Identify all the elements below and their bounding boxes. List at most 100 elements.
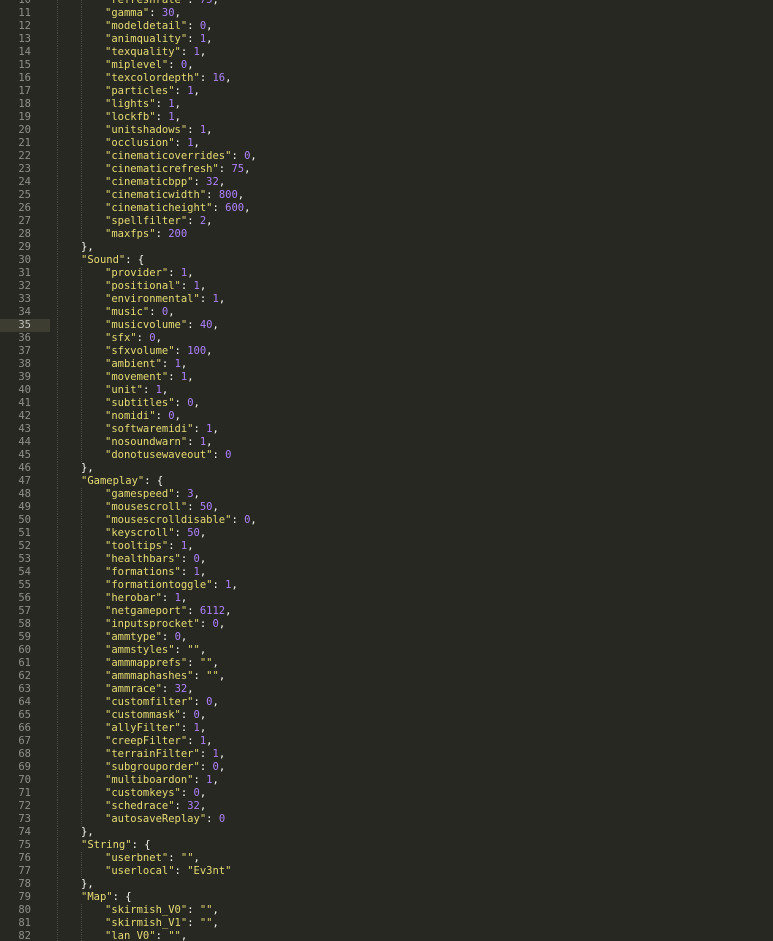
code-line[interactable]: "texcolordepth": 16, — [57, 72, 773, 85]
code-line[interactable]: "lockfb": 1, — [57, 111, 773, 124]
code-line[interactable]: "custommask": 0, — [57, 709, 773, 722]
code-line[interactable]: "subtitles": 0, — [57, 397, 773, 410]
code-line[interactable]: "provider": 1, — [57, 267, 773, 280]
json-punctuation: : — [168, 852, 181, 864]
code-line[interactable]: "skirmish_V0": "", — [57, 904, 773, 917]
code-line[interactable]: "schedrace": 32, — [57, 800, 773, 813]
code-line[interactable]: "lights": 1, — [57, 98, 773, 111]
code-line[interactable]: "particles": 1, — [57, 85, 773, 98]
code-line[interactable]: "customkeys": 0, — [57, 787, 773, 800]
code-line-content: "autosaveReplay": 0 — [57, 813, 225, 825]
code-line[interactable]: "nosoundwarn": 1, — [57, 436, 773, 449]
code-line[interactable]: "formationtoggle": 1, — [57, 579, 773, 592]
code-line[interactable]: "userlocal": "Ev3nt" — [57, 865, 773, 878]
code-line[interactable]: "multiboardon": 1, — [57, 774, 773, 787]
line-number: 63 — [18, 683, 31, 695]
code-line[interactable]: "occlusion": 1, — [57, 137, 773, 150]
code-line[interactable]: "Gameplay": { — [57, 475, 773, 488]
code-line[interactable]: "refreshrate": 75, — [57, 0, 773, 7]
code-line[interactable]: "texquality": 1, — [57, 46, 773, 59]
code-line[interactable]: "music": 0, — [57, 306, 773, 319]
code-line[interactable]: "miplevel": 0, — [57, 59, 773, 72]
code-line[interactable]: "ammrace": 32, — [57, 683, 773, 696]
code-line[interactable]: "autosaveReplay": 0 — [57, 813, 773, 826]
indent-guide — [57, 254, 58, 267]
code-line[interactable]: "animquality": 1, — [57, 33, 773, 46]
indent-guide — [81, 527, 82, 540]
code-line[interactable]: "maxfps": 200 — [57, 228, 773, 241]
json-punctuation: : — [174, 85, 188, 97]
json-punctuation: : — [187, 501, 200, 513]
line-number: 31 — [18, 267, 31, 279]
code-line[interactable]: "cinematicrefresh": 75, — [57, 163, 773, 176]
code-line[interactable]: "spellfilter": 2, — [57, 215, 773, 228]
code-line[interactable]: "cinematicheight": 600, — [57, 202, 773, 215]
code-line[interactable]: "movement": 1, — [57, 371, 773, 384]
code-line[interactable]: "formations": 1, — [57, 566, 773, 579]
indent-guide — [57, 449, 58, 462]
json-key: "sfx" — [105, 332, 137, 344]
code-line[interactable]: "sfxvolume": 100, — [57, 345, 773, 358]
json-punctuation: }, — [81, 462, 94, 474]
code-line[interactable]: "userbnet": "", — [57, 852, 773, 865]
code-line[interactable]: "String": { — [57, 839, 773, 852]
code-line[interactable]: "cinematicoverrides": 0, — [57, 150, 773, 163]
code-line[interactable]: "subgrouporder": 0, — [57, 761, 773, 774]
code-line[interactable]: "ambient": 1, — [57, 358, 773, 371]
code-line[interactable]: "keyscroll": 50, — [57, 527, 773, 540]
indent-guide — [81, 332, 82, 345]
json-punctuation: , — [212, 423, 219, 435]
code-line[interactable]: "nomidi": 0, — [57, 410, 773, 423]
code-line[interactable]: }, — [57, 241, 773, 254]
indent-guide — [57, 683, 58, 696]
code-line-content: "terrainFilter": 1, — [57, 748, 225, 760]
code-line[interactable]: "softwaremidi": 1, — [57, 423, 773, 436]
code-line[interactable]: "mousescroll": 50, — [57, 501, 773, 514]
code-line[interactable]: "healthbars": 0, — [57, 553, 773, 566]
code-editor[interactable]: 10 11 12 13 14 15 16 17 18 19 20 21 22 23 24 25 26 27 28 29… — [0, 0, 773, 941]
code-line[interactable]: "ammstyles": "", — [57, 644, 773, 657]
json-key: "terrainFilter" — [105, 748, 200, 760]
code-line[interactable]: "inputsprocket": 0, — [57, 618, 773, 631]
code-line[interactable]: "sfx": 0, — [57, 332, 773, 345]
code-line[interactable]: "cinematicbpp": 32, — [57, 176, 773, 189]
code-line[interactable]: "herobar": 1, — [57, 592, 773, 605]
code-area[interactable]: "refreshrate": 75, "gamma": 30, "modeldeta… — [57, 0, 773, 941]
json-punctuation: : — [231, 150, 245, 162]
code-line[interactable]: "unit": 1, — [57, 384, 773, 397]
code-line[interactable]: "musicvolume": 40, — [57, 319, 773, 332]
code-line[interactable]: "allyFilter": 1, — [57, 722, 773, 735]
code-line[interactable]: "unitshadows": 1, — [57, 124, 773, 137]
code-line[interactable]: "skirmish_V1": "", — [57, 917, 773, 930]
code-line[interactable]: "terrainFilter": 1, — [57, 748, 773, 761]
code-line[interactable]: "Sound": { — [57, 254, 773, 267]
code-line[interactable]: "ammtype": 0, — [57, 631, 773, 644]
code-line[interactable]: "ammmaphashes": "", — [57, 670, 773, 683]
code-line[interactable]: "lan_V0": "", — [57, 930, 773, 941]
code-line[interactable]: "donotusewaveout": 0 — [57, 449, 773, 462]
code-line[interactable]: "positional": 1, — [57, 280, 773, 293]
code-line[interactable]: "ammmapprefs": "", — [57, 657, 773, 670]
code-line[interactable]: }, — [57, 462, 773, 475]
json-punctuation: : — [199, 618, 213, 630]
code-line[interactable]: "creepFilter": 1, — [57, 735, 773, 748]
json-key: "movement" — [105, 371, 169, 383]
json-punctuation: }, — [81, 878, 94, 890]
code-line[interactable]: "netgameport": 6112, — [57, 605, 773, 618]
code-line[interactable]: "Map": { — [57, 891, 773, 904]
code-line[interactable]: "gamespeed": 3, — [57, 488, 773, 501]
line-number: 34 — [18, 306, 31, 318]
code-line[interactable]: "customfilter": 0, — [57, 696, 773, 709]
code-line[interactable]: "mousescrolldisable": 0, — [57, 514, 773, 527]
code-line[interactable]: "cinematicwidth": 800, — [57, 189, 773, 202]
indent-guide — [57, 826, 58, 839]
code-line[interactable]: "tooltips": 1, — [57, 540, 773, 553]
code-line[interactable]: "environmental": 1, — [57, 293, 773, 306]
line-number: 70 — [18, 774, 31, 786]
json-punctuation: : — [206, 189, 219, 201]
code-line[interactable]: "gamma": 30, — [57, 7, 773, 20]
line-number: 25 — [18, 189, 31, 201]
code-line[interactable]: "modeldetail": 0, — [57, 20, 773, 33]
code-line[interactable]: }, — [57, 878, 773, 891]
code-line[interactable]: }, — [57, 826, 773, 839]
